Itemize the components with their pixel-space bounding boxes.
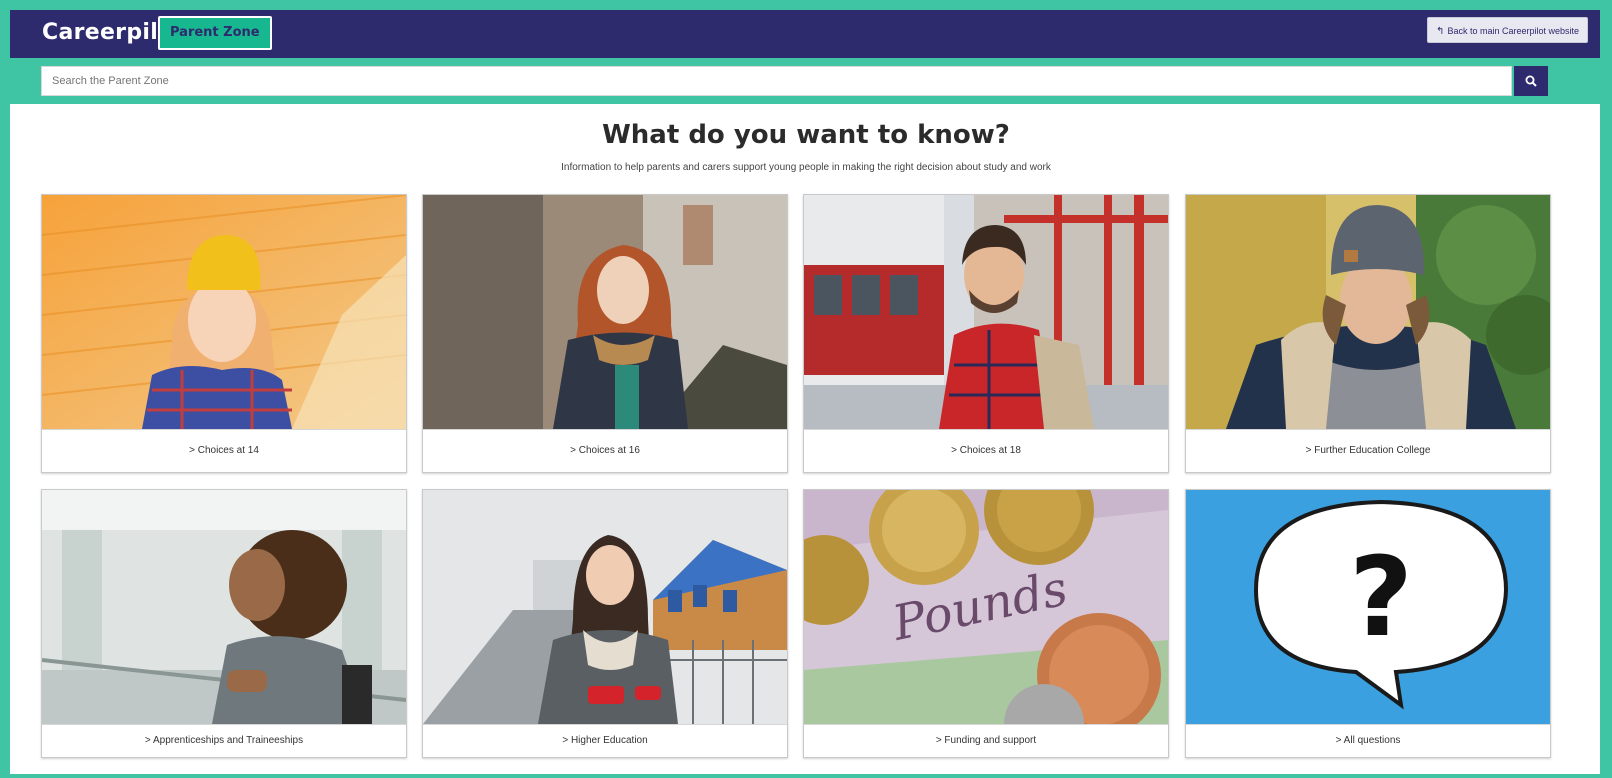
card-label: > Higher Education <box>423 724 787 757</box>
search-button[interactable] <box>1514 66 1548 96</box>
parent-zone-badge[interactable]: Parent Zone <box>158 16 272 50</box>
back-arrow-icon: ↰ <box>1436 26 1445 37</box>
page-subtitle: Information to help parents and carers s… <box>561 162 1051 173</box>
card-further-education-college[interactable]: > Further Education College <box>1185 194 1551 473</box>
card-label: > All questions <box>1186 724 1550 757</box>
search-input[interactable] <box>41 66 1512 96</box>
card-label: > Further Education College <box>1186 429 1550 472</box>
back-to-main-site-button[interactable]: ↰ Back to main Careerpilot website <box>1427 17 1588 43</box>
card-label: > Funding and support <box>804 724 1168 757</box>
card-label: > Choices at 16 <box>423 429 787 472</box>
card-image-girl-red-hair <box>423 195 787 429</box>
card-label: > Choices at 14 <box>42 429 406 472</box>
search-icon <box>1525 75 1537 87</box>
card-image-girl-yellow-beanie <box>42 195 406 429</box>
card-choices-at-18[interactable]: > Choices at 18 <box>803 194 1169 473</box>
svg-text:?: ? <box>1349 533 1413 661</box>
card-image-student-campus <box>423 490 787 724</box>
card-label: > Choices at 18 <box>804 429 1168 472</box>
card-choices-at-14[interactable]: > Choices at 14 <box>41 194 407 473</box>
top-navbar: Careerpilot Parent Zone ↰ Back to main Ca… <box>10 10 1600 58</box>
search-bar <box>10 58 1600 104</box>
card-image-pound-coins-notes: Pounds <box>804 490 1168 724</box>
card-label: > Apprenticeships and Traineeships <box>42 724 406 757</box>
card-image-curly-hair-woman <box>42 490 406 724</box>
card-all-questions[interactable]: ? > All questions <box>1185 489 1551 758</box>
card-image-question-mark-speech-bubble: ? <box>1186 490 1550 724</box>
card-higher-education[interactable]: > Higher Education <box>422 489 788 758</box>
back-button-label: Back to main Careerpilot website <box>1447 26 1579 36</box>
card-apprenticeships-and-traineeships[interactable]: > Apprenticeships and Traineeships <box>41 489 407 758</box>
card-image-young-man-train-station <box>804 195 1168 429</box>
card-choices-at-16[interactable]: > Choices at 16 <box>422 194 788 473</box>
page-title: What do you want to know? <box>602 120 1010 150</box>
card-image-young-man-grey-beanie <box>1186 195 1550 429</box>
card-funding-and-support[interactable]: Pounds > Funding and support <box>803 489 1169 758</box>
